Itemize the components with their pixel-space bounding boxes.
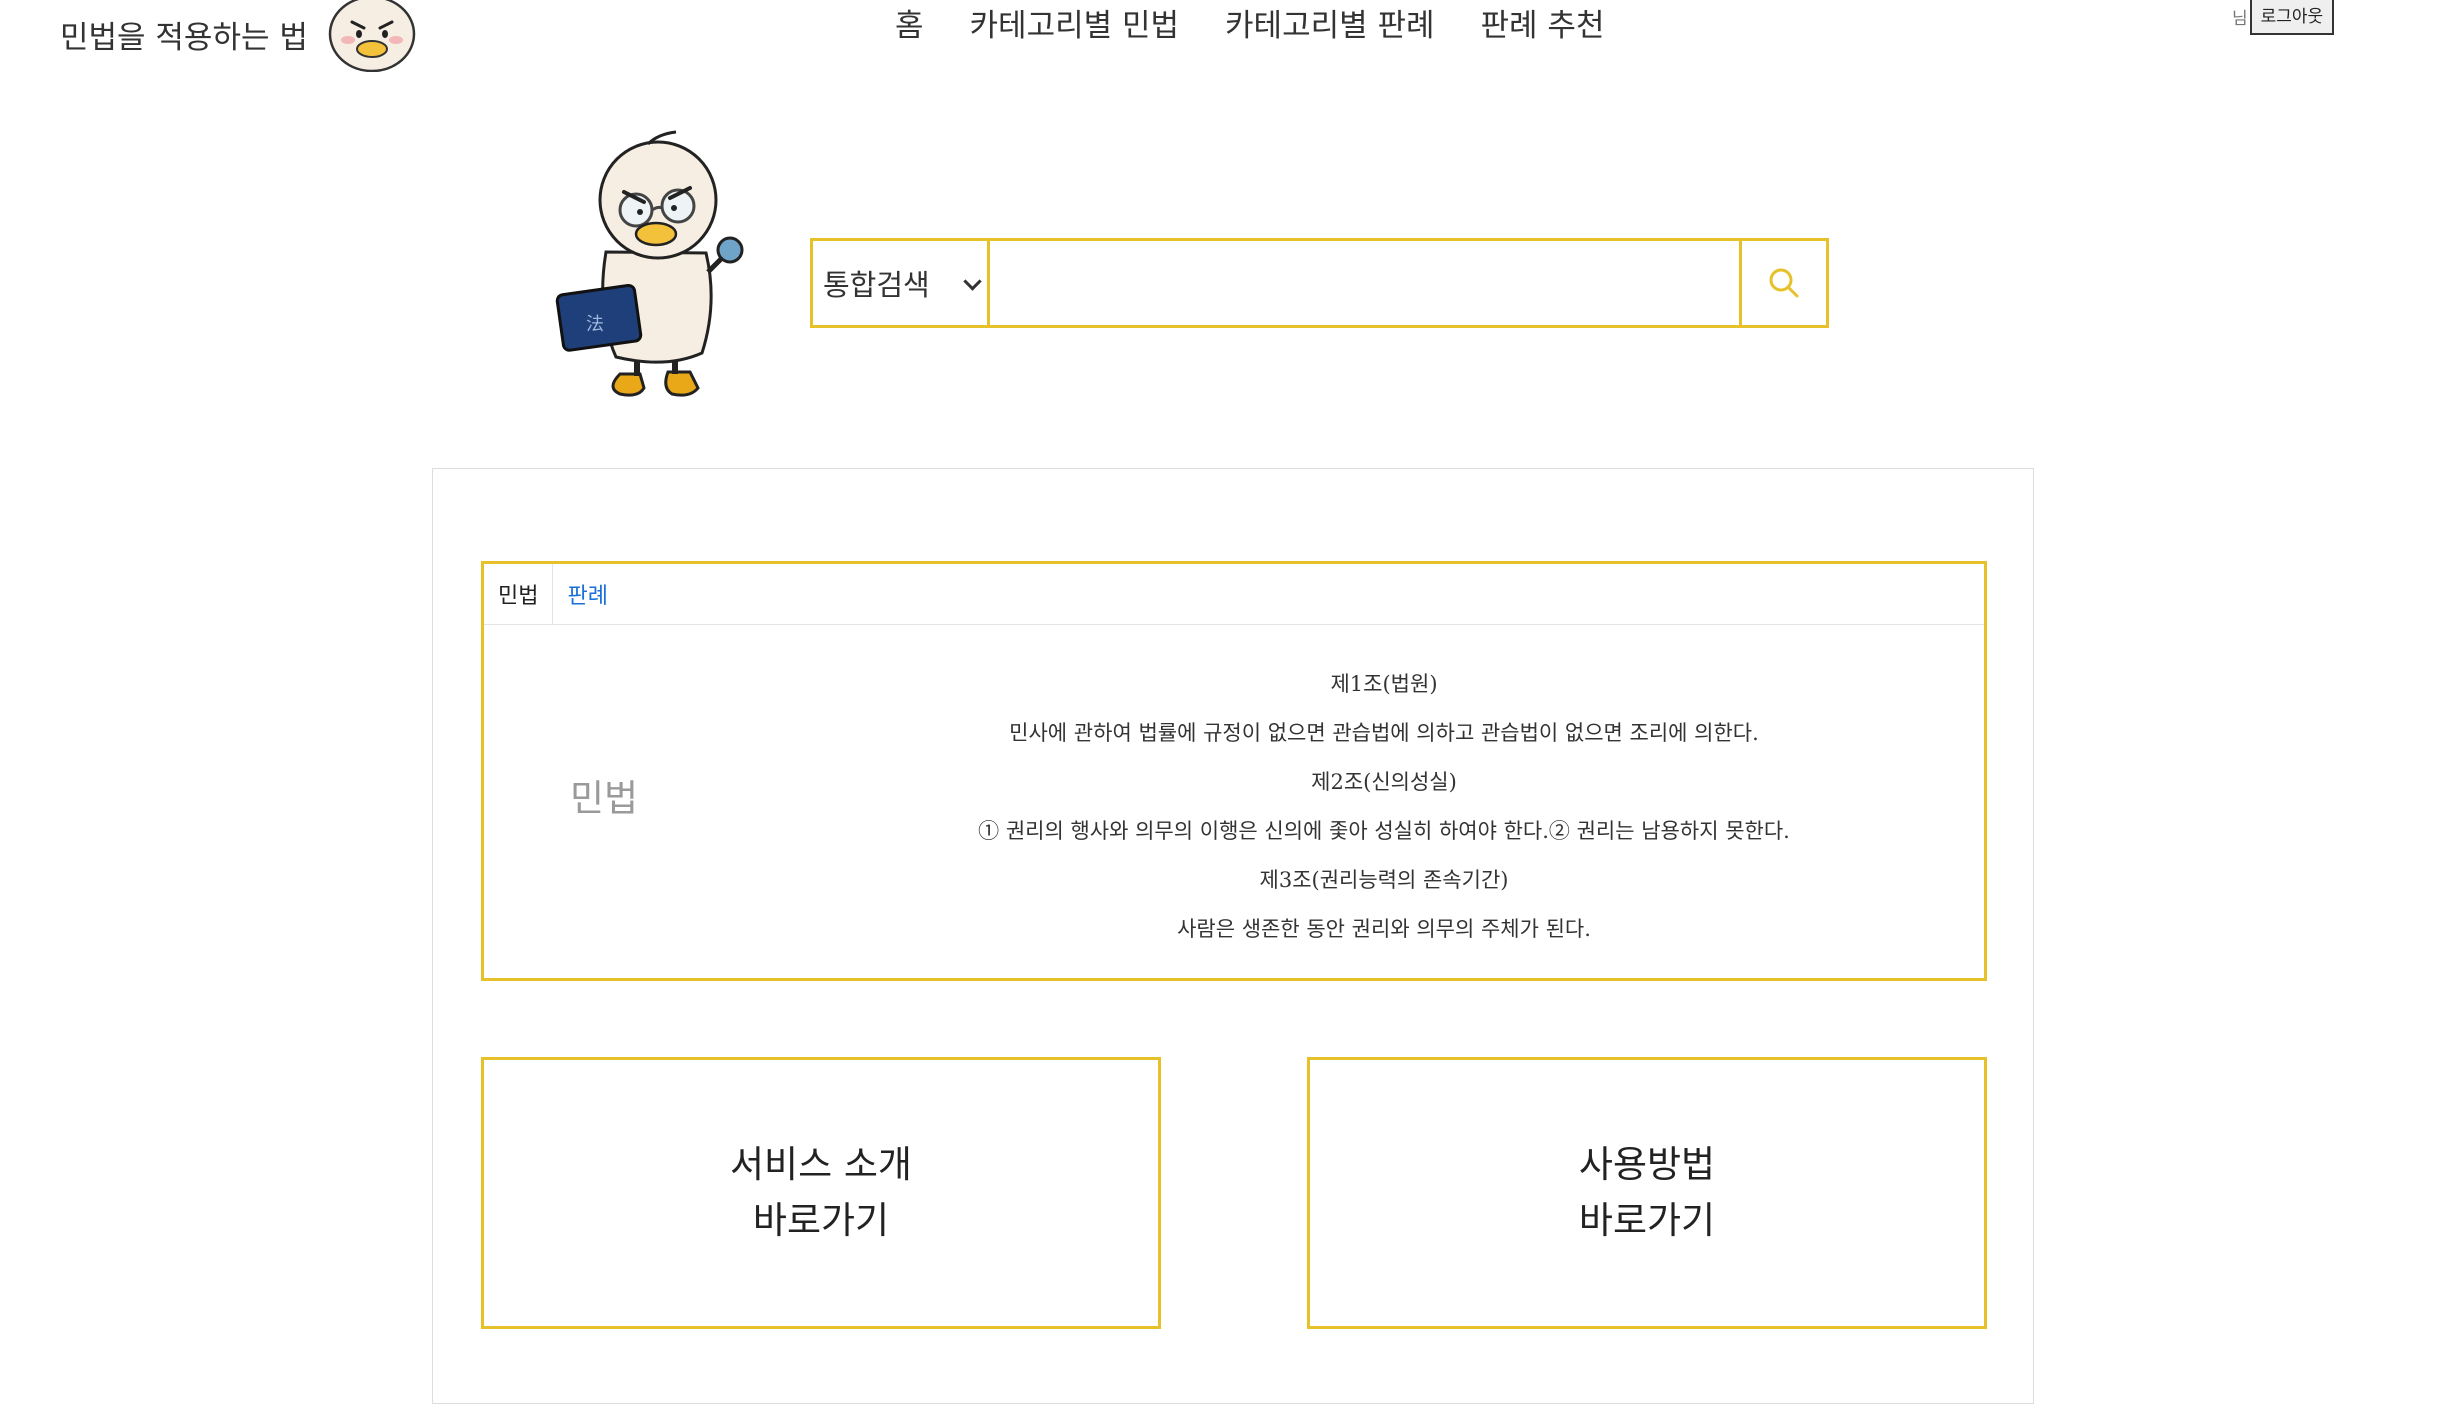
search-type-select[interactable]: 통합검색	[810, 238, 990, 328]
chevron-down-icon	[963, 272, 982, 291]
main-panel: 민법 판례 민법 제1조(법원) 민사에 관하여 법률에 규정이 없으면 관습법…	[432, 468, 2034, 1404]
main-nav: 홈 카테고리별 민법 카테고리별 판례 판례 추천	[895, 0, 1605, 44]
nav-category-civil-law[interactable]: 카테고리별 민법	[970, 0, 1180, 44]
article-2-text: ① 권리의 행사와 의무의 이행은 신의에 좇아 성실히 하여야 한다.② 권리…	[978, 819, 1790, 843]
usage-guide-card[interactable]: 사용방법 바로가기	[1307, 1057, 1987, 1329]
service-intro-title: 서비스 소개	[730, 1143, 912, 1186]
service-intro-link: 바로가기	[752, 1199, 890, 1242]
logo-text: 민법을 적용하는 법	[60, 19, 308, 56]
tab-precedent[interactable]: 판례	[553, 564, 621, 624]
service-intro-card[interactable]: 서비스 소개 바로가기	[481, 1057, 1161, 1329]
duck-detective-mascot-icon: 法	[555, 130, 744, 397]
nav-category-precedent[interactable]: 카테고리별 판례	[1225, 0, 1435, 44]
article-2-title: 제2조(신의성실)	[1311, 770, 1457, 794]
law-tabs: 민법 판례	[484, 564, 1984, 625]
duck-logo-icon	[328, 0, 416, 72]
search-button[interactable]	[1739, 238, 1829, 328]
search-bar: 통합검색	[810, 238, 1829, 328]
logout-button[interactable]: 로그아웃	[2249, 0, 2335, 35]
search-icon	[1769, 268, 1799, 298]
usage-guide-link: 바로가기	[1578, 1199, 1716, 1242]
article-list: 제1조(법원) 민사에 관하여 법률에 규정이 없으면 관습법에 의하고 관습법…	[784, 660, 1984, 954]
user-area: 님 로그아웃	[2232, 0, 2335, 35]
search-input[interactable]	[990, 238, 1742, 328]
article-1-text: 민사에 관하여 법률에 규정이 없으면 관습법에 의하고 관습법이 없으면 조리…	[1009, 721, 1759, 745]
article-3-title: 제3조(권리능력의 존속기간)	[1259, 868, 1509, 892]
usage-guide-title: 사용방법	[1578, 1143, 1716, 1186]
site-logo[interactable]: 민법을 적용하는 법	[60, 0, 418, 72]
nav-precedent-recommend[interactable]: 판례 추천	[1481, 0, 1605, 44]
article-1-title: 제1조(법원)	[1330, 672, 1438, 696]
nav-home[interactable]: 홈	[895, 0, 924, 44]
tab-civil-law[interactable]: 민법	[484, 564, 554, 624]
search-type-value: 통합검색	[823, 268, 930, 302]
svg-text:法: 法	[586, 314, 604, 335]
article-3-text: 사람은 생존한 동안 권리와 의무의 주체가 된다.	[1177, 917, 1591, 941]
law-preview-box: 민법 판례 민법 제1조(법원) 민사에 관하여 법률에 규정이 없으면 관습법…	[481, 561, 1987, 981]
law-category-label: 민법	[570, 777, 639, 820]
user-name-suffix: 님	[2232, 9, 2248, 29]
